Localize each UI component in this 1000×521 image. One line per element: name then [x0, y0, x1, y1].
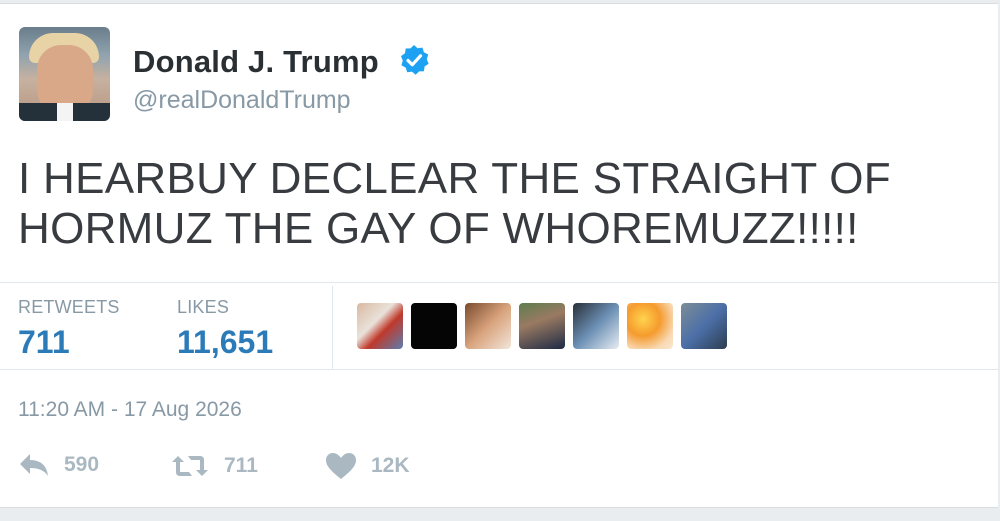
stats-separator [332, 286, 333, 370]
retweet-icon [172, 456, 208, 476]
retweets-label: RETWEETS [18, 297, 120, 317]
liker-avatar[interactable] [465, 303, 511, 349]
author-handle[interactable]: @realDonaldTrump [133, 86, 351, 115]
retweet-count: 711 [224, 454, 258, 477]
liker-avatar[interactable] [627, 303, 673, 349]
liker-avatar[interactable] [357, 303, 403, 349]
liker-avatars [357, 303, 727, 349]
divider [0, 369, 998, 370]
tweet-text-line: I HEARBUY DECLEAR THE STRAIGHT OF [18, 154, 891, 203]
tweet-timestamp[interactable]: 11:20 AM - 17 Aug 2026 [18, 398, 242, 422]
reply-icon [20, 454, 48, 476]
author-name[interactable]: Donald J. Trump [133, 44, 379, 80]
reply-button[interactable]: 590 [18, 452, 99, 478]
tweet-card: Donald J. Trump @realDonaldTrump I HEARB… [0, 3, 998, 508]
like-count: 12K [371, 454, 410, 477]
reply-count: 590 [64, 453, 100, 476]
liker-avatar[interactable] [573, 303, 619, 349]
verified-badge-icon [401, 45, 429, 75]
liker-avatar[interactable] [681, 303, 727, 349]
likes-count[interactable]: 11,651 [177, 324, 273, 361]
liker-avatar[interactable] [411, 303, 457, 349]
tweet-text: I HEARBUY DECLEAR THE STRAIGHT OF HORMUZ… [18, 154, 978, 254]
liker-avatar[interactable] [519, 303, 565, 349]
likes-label: LIKES [177, 297, 230, 317]
retweets-count[interactable]: 711 [18, 324, 70, 361]
avatar-shirt [57, 103, 73, 121]
divider [0, 282, 998, 283]
avatar[interactable] [19, 27, 110, 121]
retweet-button[interactable]: 711 [170, 452, 258, 480]
tweet-text-line: HORMUZ THE GAY OF WHOREMUZZ!!!!! [18, 204, 859, 253]
heart-icon [326, 453, 356, 479]
like-button[interactable]: 12K [325, 452, 410, 480]
